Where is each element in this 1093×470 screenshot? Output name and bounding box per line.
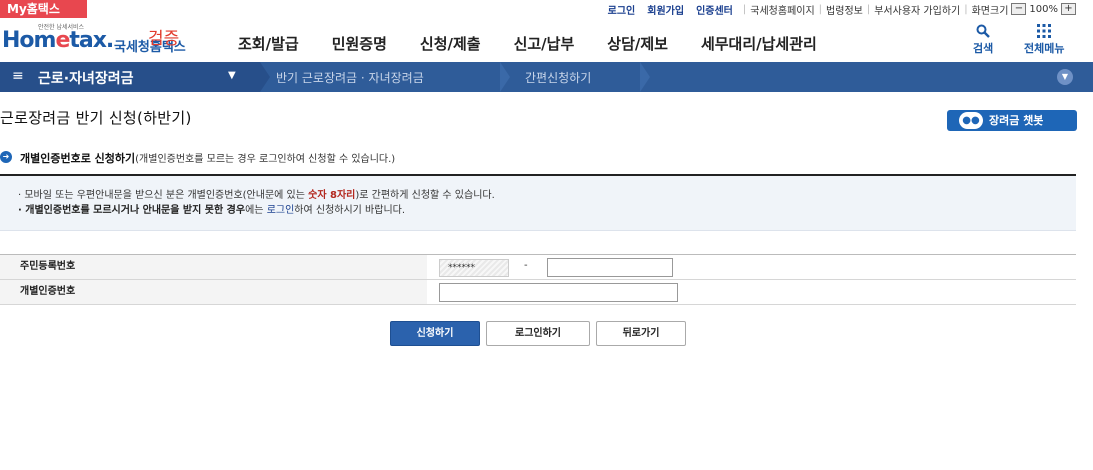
verify-label: 검증 — [148, 29, 180, 49]
section-heading: ➜ 개별인증번호로 신청하기(개별인증번호를 모르는 경우 로그인하여 신청할 … — [0, 150, 1076, 165]
law-info-link[interactable]: 법령정보 — [826, 2, 863, 17]
main-header: 안전한 납세서비스 Hometax. 국세청홈택스 검증 조회/발급 민원증명 … — [0, 18, 1093, 62]
separator: | — [866, 3, 871, 15]
hometax-logo[interactable]: 안전한 납세서비스 Hometax. 국세청홈택스 검증 — [2, 22, 202, 58]
login-button[interactable]: 로그인하기 — [486, 321, 590, 346]
separator: | — [742, 3, 747, 15]
auth-number-input[interactable] — [439, 283, 678, 302]
back-button[interactable]: 뒤로가기 — [596, 321, 686, 346]
breadcrumb-semiannual[interactable]: 반기 근로장려금 · 자녀장려금 — [276, 69, 424, 86]
search-icon — [973, 24, 993, 40]
logo-wordmark: Hometax. — [2, 28, 114, 53]
zoom-in-button[interactable]: + — [1061, 3, 1076, 15]
chatbot-label: 장려금 챗봇 — [989, 114, 1044, 127]
rrn-label: 주민등록번호 — [0, 255, 427, 279]
nav-item-consult[interactable]: 상담/제보 — [607, 33, 668, 54]
separator: | — [818, 3, 823, 15]
rrn-back-input[interactable] — [547, 258, 673, 277]
location-bar: ≡ 근로·자녀장려금 ▼ 반기 근로장려금 · 자녀장려금 간편신청하기 ▼ — [0, 62, 1093, 92]
rrn-front-masked: ****** — [439, 259, 509, 277]
breadcrumb-simple-apply[interactable]: 간편신청하기 — [525, 69, 591, 86]
login-link[interactable]: 로그인 — [608, 2, 636, 17]
utility-links: 로그인 회원가입 인증센터 | 국세청홈페이지 | 법령정보 | 부서사용자 가… — [602, 1, 1079, 17]
chatbot-button[interactable]: ●● 장려금 챗봇 — [947, 110, 1077, 131]
location-menu-dropdown[interactable]: ≡ 근로·자녀장려금 ▼ — [0, 62, 260, 92]
expand-toggle-button[interactable]: ▼ — [1057, 69, 1073, 85]
auth-form-table: 주민등록번호 ****** - 개별인증번호 — [0, 254, 1076, 305]
cert-center-link[interactable]: 인증센터 — [696, 2, 733, 17]
breadcrumb-divider — [260, 62, 270, 92]
dept-user-signup-link[interactable]: 부서사용자 가입하기 — [874, 2, 960, 17]
auth-number-label: 개별인증번호 — [0, 280, 427, 304]
search-label: 검색 — [973, 42, 994, 55]
zoom-out-button[interactable]: − — [1011, 3, 1027, 15]
info-line-2: · 개별인증번호를 모르시거나 안내문을 받지 못한 경우에는 로그인하여 신청… — [18, 205, 406, 216]
location-title: 근로·자녀장려금 — [38, 71, 134, 87]
rrn-dash: - — [524, 260, 528, 271]
caret-down-icon: ▼ — [228, 70, 236, 81]
breadcrumb-divider — [500, 62, 510, 92]
nts-homepage-link[interactable]: 국세청홈페이지 — [750, 2, 814, 17]
nav-item-certificates[interactable]: 민원증명 — [332, 33, 387, 54]
search-button[interactable]: 검색 — [973, 24, 993, 56]
nav-item-tax-agent[interactable]: 세무대리/납세관리 — [701, 33, 817, 54]
zoom-value: 100% — [1029, 3, 1058, 15]
hamburger-icon: ≡ — [12, 68, 24, 84]
global-nav: 조회/발급 민원증명 신청/제출 신고/납부 상담/제보 세무대리/납세관리 — [238, 33, 850, 54]
info-line-1: · 모바일 또는 우편안내문을 받으신 분은 개별인증번호(안내문에 있는 숫자… — [18, 190, 495, 201]
apply-button[interactable]: 신청하기 — [390, 321, 480, 346]
form-row-rrn: 주민등록번호 ****** - — [0, 255, 1076, 280]
all-menu-label: 전체메뉴 — [1024, 42, 1065, 55]
top-utility-bar: My홈택스 로그인 회원가입 인증센터 | 국세청홈페이지 | 법령정보 | 부… — [0, 0, 1093, 18]
form-row-auth-number: 개별인증번호 — [0, 280, 1076, 305]
section-title: 개별인증번호로 신청하기(개별인증번호를 모르는 경우 로그인하여 신청할 수 … — [20, 152, 396, 165]
nav-item-filing[interactable]: 신고/납부 — [514, 33, 575, 54]
grid-icon — [1024, 24, 1064, 40]
all-menu-button[interactable]: 전체메뉴 — [1024, 24, 1064, 56]
nav-item-inquiry[interactable]: 조회/발급 — [238, 33, 299, 54]
page-title: 근로장려금 반기 신청(하반기) — [0, 109, 192, 127]
section-subtitle: (개별인증번호를 모르는 경우 로그인하여 신청할 수 있습니다.) — [135, 154, 396, 165]
breadcrumb-divider — [640, 62, 650, 92]
chatbot-icon: ●● — [959, 112, 983, 129]
separator: | — [964, 3, 968, 15]
info-notice-box: · 모바일 또는 우편안내문을 받으신 분은 개별인증번호(안내문에 있는 숫자… — [0, 176, 1076, 231]
signup-link[interactable]: 회원가입 — [647, 2, 684, 17]
arrow-right-icon: ➜ — [0, 151, 12, 163]
screen-size-label: 화면크기 — [971, 5, 1009, 17]
nav-item-application[interactable]: 신청/제출 — [420, 33, 481, 54]
my-hometax-tab[interactable]: My홈택스 — [0, 0, 87, 18]
